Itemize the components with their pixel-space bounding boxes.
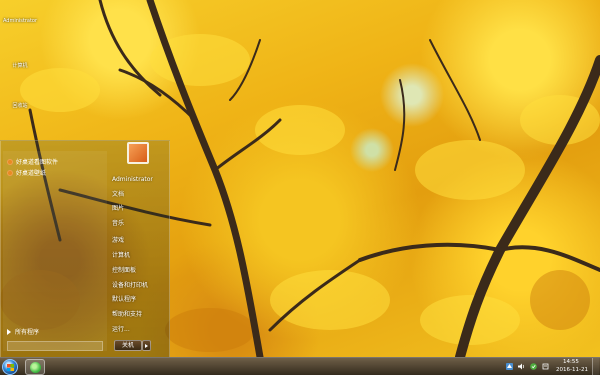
- pinned-item-wallpaper[interactable]: 好桌道壁纸: [7, 168, 46, 177]
- start-button[interactable]: [2, 359, 18, 375]
- taskbar: [0, 357, 600, 375]
- start-item-default-programs[interactable]: 默认程序: [112, 294, 136, 303]
- taskbar-app-button[interactable]: [25, 359, 45, 375]
- desktop-icon-recycle-bin[interactable]: 回收站: [2, 102, 38, 109]
- security-icon[interactable]: [530, 363, 537, 370]
- user-picture[interactable]: [127, 142, 149, 164]
- image-viewer-icon: [7, 158, 13, 165]
- start-item-run[interactable]: 运行...: [112, 324, 130, 333]
- desktop-icon-user-folder[interactable]: Administrator: [2, 18, 38, 24]
- desktop-icon-computer[interactable]: 计算机: [2, 62, 38, 69]
- pinned-item-image-viewer[interactable]: 好桌道看图软件: [7, 157, 58, 166]
- start-menu-programs-pane: [3, 151, 107, 351]
- shutdown-options-button[interactable]: [142, 340, 151, 351]
- all-programs-button[interactable]: 所有程序: [7, 327, 39, 336]
- start-item-user[interactable]: Administrator: [112, 176, 153, 183]
- start-item-help-support[interactable]: 帮助和支持: [112, 309, 142, 318]
- windows-logo-icon: [7, 364, 14, 371]
- start-item-control-panel[interactable]: 控制面板: [112, 265, 136, 274]
- desktop-icon-label: 计算机: [12, 63, 28, 69]
- clock-time[interactable]: 14:55: [563, 359, 579, 365]
- clock-date[interactable]: 2016-11-21: [556, 367, 588, 373]
- network-icon[interactable]: [506, 363, 513, 370]
- start-menu: 好桌道看图软件 好桌道壁纸 所有程序: [0, 140, 170, 357]
- desktop-icon-label: 回收站: [12, 103, 28, 109]
- arrow-right-icon: [7, 328, 11, 335]
- start-search-input[interactable]: [7, 341, 103, 351]
- start-item-devices-printers[interactable]: 设备和打印机: [112, 280, 148, 289]
- start-item-computer[interactable]: 计算机: [112, 250, 130, 259]
- app-icon: [30, 362, 41, 373]
- start-item-documents[interactable]: 文档: [112, 189, 124, 198]
- arrow-right-icon: [145, 343, 148, 348]
- desktop-icon-label: Administrator: [2, 18, 38, 24]
- start-item-music[interactable]: 音乐: [112, 218, 124, 227]
- volume-icon[interactable]: [518, 363, 525, 370]
- start-item-pictures[interactable]: 图片: [112, 203, 124, 212]
- start-item-games[interactable]: 游戏: [112, 235, 124, 244]
- show-desktop-button[interactable]: [592, 358, 599, 375]
- action-center-icon[interactable]: [542, 363, 549, 370]
- all-programs-label: 所有程序: [15, 329, 40, 336]
- pinned-item-label: 好桌道壁纸: [16, 170, 47, 177]
- wallpaper-app-icon: [7, 169, 13, 176]
- pinned-item-label: 好桌道看图软件: [16, 159, 59, 166]
- shutdown-button[interactable]: 关机: [114, 340, 142, 351]
